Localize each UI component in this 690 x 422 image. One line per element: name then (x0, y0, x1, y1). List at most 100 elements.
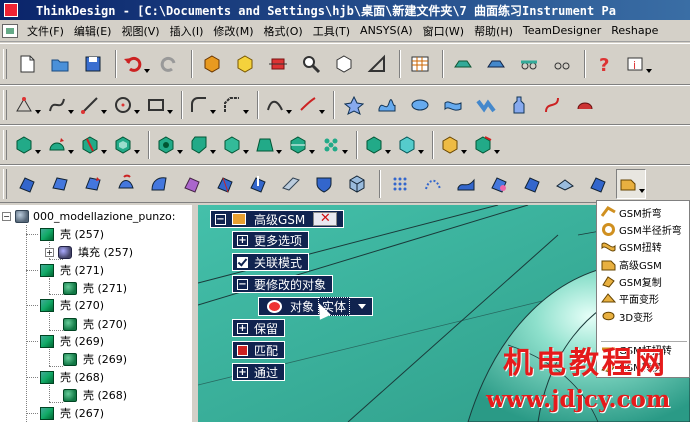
menu-modify[interactable]: 修改(M) (208, 23, 258, 39)
surface-e-button[interactable] (471, 90, 501, 120)
undo-button[interactable] (121, 49, 151, 79)
save-button[interactable] (78, 49, 108, 79)
collapse-panel-toggle[interactable]: − (215, 213, 226, 225)
tree-item[interactable]: 壳 (271) (63, 279, 127, 297)
tree-item[interactable]: 壳 (257) (26, 225, 104, 243)
tree-item[interactable]: 壳 (268) (26, 368, 104, 386)
solid-f-button[interactable] (187, 130, 217, 160)
surface-c-button[interactable] (405, 90, 435, 120)
chamfer-button[interactable] (220, 90, 250, 120)
solid-a-button[interactable] (12, 130, 42, 160)
menu-insert[interactable]: 插入(I) (165, 23, 209, 39)
gsm-h-button[interactable] (243, 169, 273, 199)
curve-b-button[interactable] (296, 90, 326, 120)
help-button[interactable]: ? (590, 49, 620, 79)
point-button[interactable] (12, 90, 42, 120)
zoom-button[interactable] (296, 49, 326, 79)
chevron-down-icon[interactable] (358, 304, 367, 309)
match-row[interactable]: 匹配 (232, 341, 286, 359)
tree-item[interactable]: 壳 (271) (26, 261, 104, 279)
tree-item[interactable]: 壳 (270) (63, 315, 127, 333)
tree-item[interactable]: 壳 (269) (26, 332, 104, 350)
solid-g-button[interactable] (220, 130, 250, 160)
objects-to-modify-row[interactable]: − 要修改的对象 (232, 275, 334, 293)
select-object-icon[interactable] (267, 300, 282, 313)
command-title[interactable]: − 高级GSM ✕ (210, 210, 345, 228)
gsm-i-button[interactable] (276, 169, 306, 199)
gsm-o-button[interactable] (484, 169, 514, 199)
solid-c-button[interactable] (78, 130, 108, 160)
gsm-f-button[interactable] (177, 169, 207, 199)
match-status-icon[interactable] (237, 344, 248, 356)
new-button[interactable] (12, 49, 42, 79)
box-button[interactable] (197, 49, 227, 79)
collapse-toggle[interactable]: − (2, 211, 11, 221)
solid-h-button[interactable] (253, 130, 283, 160)
close-command-button[interactable]: ✕ (313, 212, 338, 226)
table-button[interactable] (405, 49, 435, 79)
curve-a-button[interactable] (263, 90, 293, 120)
rectangle-button[interactable] (144, 90, 174, 120)
surface-g-button[interactable] (537, 90, 567, 120)
gsm-d-button[interactable] (111, 169, 141, 199)
gsm-r-button[interactable] (583, 169, 613, 199)
circle-button[interactable] (111, 90, 141, 120)
line-button[interactable] (78, 90, 108, 120)
tree-item[interactable]: 壳 (268) (63, 386, 127, 404)
gsm-n-button[interactable] (451, 169, 481, 199)
menu-view[interactable]: 视图(V) (116, 23, 164, 39)
toolbar-grip[interactable] (3, 169, 7, 199)
collapse-toggle[interactable]: − (237, 278, 248, 290)
surface-d-button[interactable] (438, 90, 468, 120)
menu-item-advanced-gsm[interactable]: 高级GSM (597, 256, 689, 273)
solid-k-button[interactable] (395, 130, 425, 160)
dimension-button[interactable] (263, 49, 293, 79)
menu-item-gsm-copy[interactable]: GSM复制 (597, 273, 689, 290)
menu-help[interactable]: 帮助(H) (469, 23, 518, 39)
toolbar-grip[interactable] (3, 49, 7, 79)
gsm-c-button[interactable] (78, 169, 108, 199)
tree-item[interactable]: 壳 (269) (63, 350, 127, 368)
spline-button[interactable] (45, 90, 75, 120)
menu-ansys[interactable]: ANSYS(A) (355, 24, 418, 37)
gsm-l-button[interactable] (385, 169, 415, 199)
menu-item-gsm-twist[interactable]: GSM扭转 (597, 238, 689, 255)
solid-j-button[interactable] (362, 130, 392, 160)
menu-item-gsm-radius-bend[interactable]: GSM半径折弯 (597, 221, 689, 238)
associative-checkbox[interactable] (237, 256, 248, 268)
keep-row[interactable]: + 保留 (232, 319, 286, 337)
expand-toggle[interactable]: + (237, 366, 248, 378)
pattern-button[interactable] (319, 130, 349, 160)
through-row[interactable]: + 通过 (232, 363, 286, 381)
info-button[interactable]: i (623, 49, 653, 79)
menu-item-gsm-bend[interactable]: GSM折弯 (597, 204, 689, 221)
solid-e-button[interactable] (154, 130, 184, 160)
cube-button[interactable] (230, 49, 260, 79)
toolbar-grip[interactable] (3, 130, 7, 160)
expand-toggle[interactable]: + (45, 247, 54, 257)
gsm-j-button[interactable] (309, 169, 339, 199)
gsm-m-button[interactable] (418, 169, 448, 199)
tree-item[interactable]: 壳 (270) (26, 296, 104, 314)
solid-i-button[interactable] (286, 130, 316, 160)
gsm-e-button[interactable] (144, 169, 174, 199)
gsm-b-button[interactable] (45, 169, 75, 199)
model-b-button[interactable] (481, 49, 511, 79)
expand-toggle[interactable]: + (237, 234, 248, 246)
gsm-k-button[interactable] (342, 169, 372, 199)
gsm-p-button[interactable] (517, 169, 547, 199)
gsm-a-button[interactable] (12, 169, 42, 199)
open-button[interactable] (45, 49, 75, 79)
tree-root[interactable]: − 000_modellazione_punzo: (2, 208, 175, 224)
menu-tools[interactable]: 工具(T) (308, 23, 355, 39)
gsm-menu-button[interactable] (616, 169, 646, 199)
solid-m-button[interactable] (471, 130, 501, 160)
toolbar-grip[interactable] (3, 90, 7, 120)
tree-item[interactable]: 壳 (267) (26, 404, 104, 422)
fillet-button[interactable] (187, 90, 217, 120)
surface-h-button[interactable] (570, 90, 600, 120)
view-cube-button[interactable] (329, 49, 359, 79)
glasses-b-button[interactable] (547, 49, 577, 79)
model-a-button[interactable] (448, 49, 478, 79)
measure-button[interactable] (362, 49, 392, 79)
